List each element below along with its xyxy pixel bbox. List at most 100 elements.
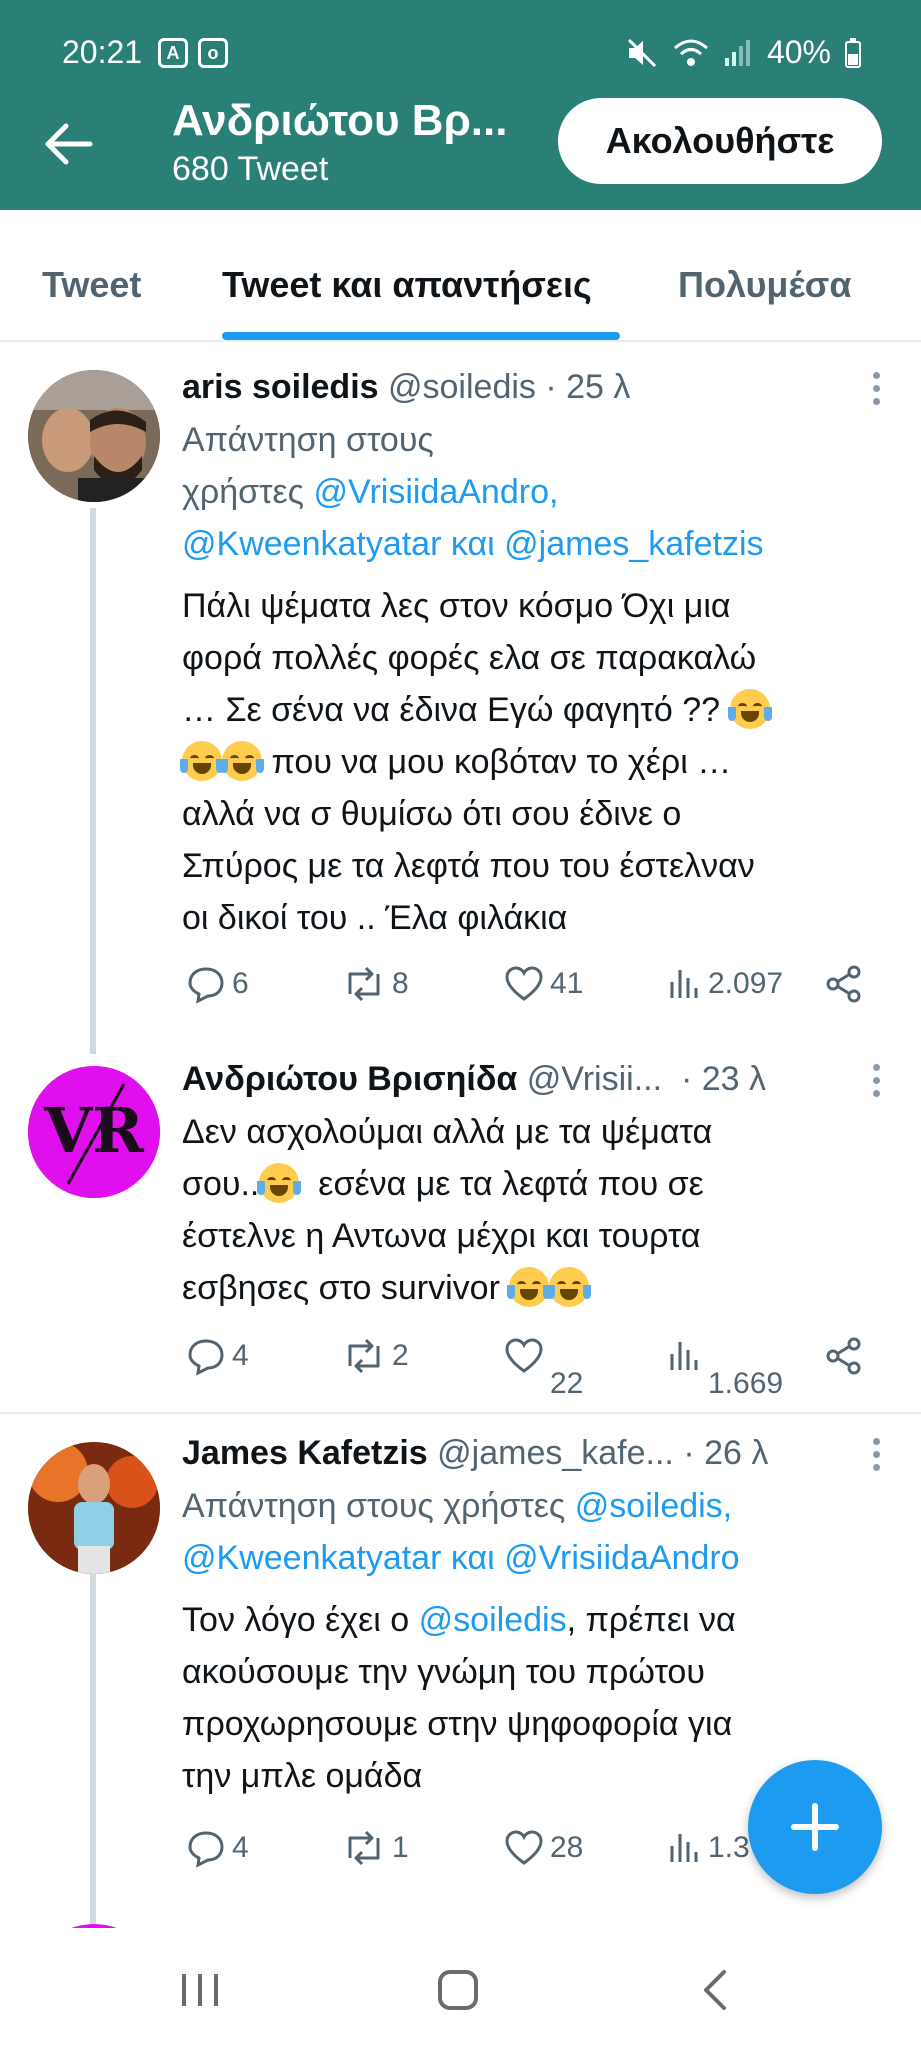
reply-button[interactable]: 4 — [186, 1336, 249, 1376]
tweet-text: Δεν ασχολούμαι αλλά με τα ψέματα σου.. ε… — [182, 1106, 882, 1314]
share-icon — [826, 1337, 861, 1375]
tweet-time: 25 λ — [566, 368, 631, 406]
views-count: 1.669 — [708, 1367, 784, 1400]
tweet-line: προχωρησουμε στην ψηφοφορία για — [182, 1705, 733, 1743]
author-handle[interactable]: @Vrisii... — [527, 1060, 662, 1099]
retweet-button[interactable]: 2 — [342, 1336, 409, 1376]
tweet-line: εσβησες στο survivor — [182, 1269, 500, 1307]
tweet-header: Ανδριώτου Βρισηίδα @Vrisii... · 23 λ — [182, 1060, 766, 1099]
mute-icon — [627, 38, 657, 67]
plus-icon — [791, 1803, 839, 1851]
reply-and: και — [450, 525, 495, 563]
avatar[interactable] — [28, 370, 160, 502]
more-options-icon[interactable] — [871, 1438, 881, 1472]
tweet-line: που να μου κοβόταν το χέρι … — [271, 743, 732, 781]
like-button[interactable]: 28 — [504, 1828, 583, 1868]
reply-and: και — [450, 1539, 495, 1577]
author-handle[interactable]: @james_kafe... — [437, 1434, 674, 1473]
retweet-button[interactable]: 8 — [342, 964, 409, 1004]
views-count: 1.3 — [708, 1831, 750, 1864]
mention-link[interactable]: @VrisiidaAndro — [504, 1539, 739, 1577]
reply-icon — [188, 1339, 224, 1376]
tweet-line: Πάλι ψέματα λες στον κόσμο Όχι μια — [182, 587, 731, 625]
author-name[interactable]: Ανδριώτου Βρισηίδα — [182, 1060, 517, 1099]
reply-prefix: Απάντηση στους χρήστες — [182, 1487, 566, 1525]
views-count: 2.097 — [708, 967, 784, 1000]
profile-tabs: Tweet Tweet και απαντήσεις Πολυμέσα — [0, 210, 921, 342]
more-options-icon[interactable] — [871, 372, 881, 406]
tweet-time: 23 λ — [701, 1060, 766, 1098]
avatar[interactable] — [28, 1442, 160, 1574]
tweet-line: Δεν ασχολούμαι αλλά με τα ψέματα — [182, 1113, 713, 1151]
wifi-icon — [673, 39, 708, 66]
laughing-emoji-icon — [727, 689, 772, 729]
signal-icon — [724, 39, 750, 66]
battery-percent: 40% — [766, 34, 831, 70]
back-arrow-icon[interactable] — [40, 116, 96, 172]
author-name[interactable]: aris soiledis — [182, 368, 379, 407]
tweet-line: , πρέπει να — [566, 1601, 736, 1639]
views-icon — [670, 970, 698, 998]
mention-link[interactable]: @james_kafetzis — [504, 525, 763, 563]
tweet-divider — [0, 1412, 921, 1414]
heart-icon — [505, 1830, 543, 1865]
status-bar: 20:21 A o 40% — [0, 30, 921, 76]
recent-apps-icon[interactable] — [170, 1960, 230, 2020]
tweet-header: James Kafetzis @james_kafe... · 26 λ — [182, 1434, 769, 1473]
heart-icon — [505, 966, 543, 1001]
retweet-count: 2 — [392, 1339, 409, 1372]
reply-count: 6 — [232, 967, 249, 1000]
thread-line — [90, 1574, 96, 1930]
tweet-count: 680 Tweet — [172, 150, 329, 188]
retweet-icon — [348, 1338, 380, 1374]
like-button[interactable]: 22 — [504, 1336, 583, 1400]
views-button[interactable]: 1.669 — [666, 1336, 783, 1400]
reply-button[interactable]: 6 — [186, 964, 249, 1004]
thread-line — [90, 508, 96, 1054]
share-button[interactable] — [824, 1336, 864, 1376]
tab-tweets[interactable]: Tweet — [42, 264, 141, 306]
views-button[interactable]: 2.097 — [666, 964, 783, 1004]
tweet-time: 26 λ — [704, 1434, 769, 1472]
tab-media[interactable]: Πολυμέσα — [678, 264, 851, 306]
avatar-logo: VR — [28, 1066, 160, 1198]
notification-icon: A — [158, 38, 188, 68]
tweet-line: σου.. — [182, 1165, 260, 1203]
mention-link[interactable]: @soiledis, — [575, 1487, 732, 1525]
retweet-button[interactable]: 1 — [342, 1828, 409, 1868]
laughing-emoji-icon — [507, 1267, 552, 1307]
more-options-icon[interactable] — [871, 1064, 881, 1098]
like-count: 41 — [550, 967, 584, 1000]
account-name: Ανδριώτου Βρ... — [172, 96, 508, 145]
author-name[interactable]: James Kafetzis — [182, 1434, 428, 1473]
mention-link[interactable]: @VrisiidaAndro, — [314, 473, 559, 511]
share-button[interactable] — [824, 964, 864, 1004]
mention-link[interactable]: @soiledis — [419, 1601, 567, 1639]
home-icon[interactable] — [428, 1960, 488, 2020]
tab-tweets-and-replies[interactable]: Tweet και απαντήσεις — [222, 264, 592, 306]
app-notification-icon: o — [198, 38, 228, 68]
tweet-line: έστελνε η Αντωνα μέχρι και τουρτα — [182, 1217, 701, 1255]
follow-button[interactable]: Ακολουθήστε — [558, 98, 882, 184]
reply-prefix: Απάντηση στους — [182, 421, 434, 459]
share-icon — [826, 965, 861, 1003]
views-button[interactable]: 1.3 — [666, 1828, 750, 1868]
author-handle[interactable]: @soiledis — [388, 368, 536, 407]
like-count: 22 — [550, 1367, 584, 1400]
reply-icon — [188, 1831, 224, 1868]
like-button[interactable]: 41 — [504, 964, 583, 1004]
laughing-emoji-icon — [547, 1267, 592, 1307]
reply-button[interactable]: 4 — [186, 1828, 249, 1868]
tweet-line: φορά πολλές φορές ελα σε παρακαλώ — [182, 639, 757, 677]
avatar-photo — [28, 1442, 160, 1574]
mention-link[interactable]: @Kweenkatyatar — [182, 1539, 441, 1577]
laughing-emoji-icon — [180, 741, 224, 781]
tweet-line: Σπύρος με τα λεφτά που του έστελναν — [182, 847, 755, 885]
avatar-photo — [28, 370, 160, 502]
laughing-emoji-icon — [257, 1163, 302, 1203]
compose-tweet-button[interactable] — [748, 1760, 882, 1894]
avatar[interactable]: VR — [28, 1066, 160, 1198]
back-icon[interactable] — [686, 1960, 746, 2020]
mention-link[interactable]: @Kweenkatyatar — [182, 525, 441, 563]
tweet-line: … Σε σένα να έδινα Εγώ φαγητό ?? — [182, 691, 721, 729]
